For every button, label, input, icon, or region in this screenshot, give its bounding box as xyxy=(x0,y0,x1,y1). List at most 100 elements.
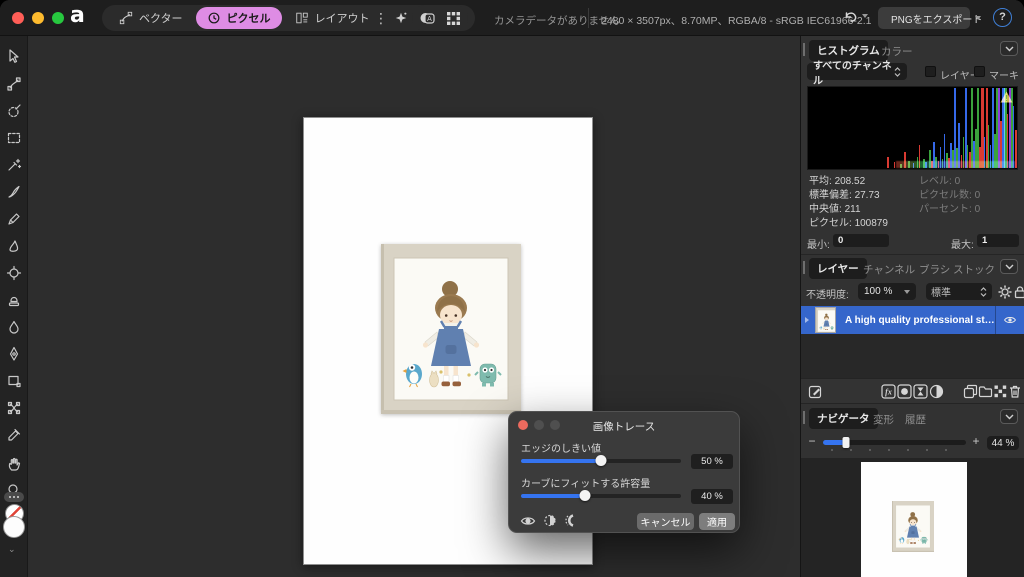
edge-threshold-knob[interactable] xyxy=(596,455,607,466)
pattern-layer-button[interactable] xyxy=(993,384,1008,399)
delete-layer-button[interactable] xyxy=(1007,384,1022,399)
more-tools-button[interactable] xyxy=(4,492,24,502)
zoom-percentage-field[interactable]: 44 % xyxy=(987,436,1019,450)
histogram-spike xyxy=(913,163,915,168)
folder-icon xyxy=(978,384,993,399)
layers-list-empty-area[interactable] xyxy=(801,334,1024,378)
opacity-value: 100 % xyxy=(864,286,904,297)
move-tool-button[interactable] xyxy=(2,44,26,68)
tab-vector-persona[interactable]: ベクター xyxy=(108,7,194,29)
pen-tool-button[interactable] xyxy=(2,342,26,366)
layer-lock-icon[interactable] xyxy=(1014,285,1024,299)
navigator-panel-menu-button[interactable] xyxy=(1000,409,1018,424)
fill-color-well[interactable] xyxy=(3,516,25,538)
curve-fit-tolerance-value[interactable]: 40 % xyxy=(691,489,733,504)
zoom-in-button[interactable]: + xyxy=(969,435,983,449)
marquee-tool-button[interactable] xyxy=(2,126,26,150)
blur-tool-button[interactable] xyxy=(2,315,26,339)
edit-adjustment-button[interactable] xyxy=(807,384,822,399)
curve-fit-tolerance-slider[interactable] xyxy=(521,494,681,498)
navigator-zoom-slider[interactable] xyxy=(823,440,966,445)
opacity-select[interactable]: 100 % xyxy=(858,283,916,300)
tab-vector-label: ベクター xyxy=(139,10,183,26)
channel-select[interactable]: すべてのチャンネル xyxy=(807,63,907,80)
edge-threshold-slider[interactable] xyxy=(521,459,681,463)
export-options-caret-icon[interactable] xyxy=(975,16,981,20)
edit-pencil-square-icon xyxy=(808,385,822,399)
dodge-burn-tool-button[interactable] xyxy=(2,261,26,285)
layer-expand-icon[interactable] xyxy=(805,317,809,323)
grid-view-button[interactable] xyxy=(446,11,461,26)
layer-name[interactable]: A high quality professional stock phot..… xyxy=(845,315,995,326)
dialog-title: 画像トレース xyxy=(509,419,739,434)
apply-button[interactable]: 適用 xyxy=(699,513,735,530)
tab-layout-persona[interactable]: レイアウト xyxy=(284,7,381,29)
rectangle-tool-button[interactable] xyxy=(2,369,26,393)
tab-layers[interactable]: レイヤー xyxy=(809,258,867,279)
panel-grip[interactable] xyxy=(803,261,805,274)
edge-threshold-value[interactable]: 50 % xyxy=(691,454,733,469)
tab-transform[interactable]: 変形 xyxy=(873,412,894,427)
paint-brush-tool-button[interactable] xyxy=(2,180,26,204)
pixel-pencil-tool-button[interactable] xyxy=(2,207,26,231)
live-filter-button[interactable] xyxy=(929,384,944,399)
layer-effects-button[interactable]: fx xyxy=(881,384,896,399)
tab-brushes[interactable]: ブラシ xyxy=(919,262,950,277)
flood-select-tool-button[interactable] xyxy=(2,153,26,177)
zoom-window-button[interactable] xyxy=(52,12,64,24)
layer-visibility-toggle[interactable] xyxy=(996,315,1024,325)
navigator-preview[interactable] xyxy=(801,458,1024,577)
tab-stock[interactable]: ストック xyxy=(953,262,995,277)
adjustment-layer-button[interactable] xyxy=(913,384,928,399)
snapping-toggle-button[interactable]: A xyxy=(419,9,437,27)
split-preview-icon[interactable] xyxy=(543,514,557,527)
edge-threshold-fill xyxy=(521,459,601,463)
selection-brush-tool-button[interactable] xyxy=(2,99,26,123)
canvas-area[interactable]: 画像トレース エッジのしきい値 50 % カーブにフィットする許容量 40 % … xyxy=(28,36,800,577)
smudge-tool-button[interactable] xyxy=(2,234,26,258)
tab-navigator[interactable]: ナビゲータ xyxy=(809,408,878,429)
minimize-window-button[interactable] xyxy=(32,12,44,24)
help-button[interactable]: ? xyxy=(993,8,1012,27)
group-layers-button[interactable] xyxy=(978,384,993,399)
tab-channels[interactable]: チャンネル xyxy=(863,262,915,277)
max-input[interactable]: 1 xyxy=(977,234,1019,247)
export-png-label: PNGをエクスポート xyxy=(891,11,982,26)
layers-panel-menu-button[interactable] xyxy=(1000,259,1018,274)
layer-row[interactable]: A high quality professional stock phot..… xyxy=(801,306,1024,334)
pan-tool-button[interactable] xyxy=(2,452,26,476)
mesh-warp-tool-button[interactable] xyxy=(2,396,26,420)
edge-threshold-label: エッジのしきい値 xyxy=(521,440,601,455)
marquee-checkbox[interactable] xyxy=(974,66,985,77)
cancel-button[interactable]: キャンセル xyxy=(637,513,694,530)
blend-mode-select[interactable]: 標準 xyxy=(926,283,992,300)
tab-history[interactable]: 履歴 xyxy=(905,412,926,427)
histogram-panel-menu-button[interactable] xyxy=(1000,41,1018,56)
panel-grip[interactable] xyxy=(803,411,805,424)
history-dropdown-button[interactable] xyxy=(843,8,868,24)
clone-stamp-tool-button[interactable] xyxy=(2,288,26,312)
color-well-chevron-icon[interactable]: ⌄ xyxy=(8,544,16,555)
curve-fit-tolerance-knob[interactable] xyxy=(580,490,591,501)
window-controls xyxy=(12,12,64,24)
layer-checkbox[interactable] xyxy=(925,66,936,77)
preview-eye-icon[interactable] xyxy=(520,515,536,527)
zoom-out-button[interactable]: − xyxy=(805,435,819,449)
undo-icon xyxy=(843,8,859,24)
navigator-zoom-knob[interactable] xyxy=(842,437,849,448)
tab-pixel-persona[interactable]: ピクセル xyxy=(196,7,282,29)
placed-image-artwork[interactable] xyxy=(381,244,521,414)
close-window-button[interactable] xyxy=(12,12,24,24)
color-picker-tool-button[interactable] xyxy=(2,423,26,447)
duplicate-layer-button[interactable] xyxy=(963,384,978,399)
node-tool-button[interactable] xyxy=(2,72,26,96)
mask-layer-button[interactable] xyxy=(897,384,912,399)
layer-settings-gear-icon[interactable] xyxy=(998,285,1012,299)
half-preview-icon[interactable] xyxy=(564,514,578,527)
export-png-button[interactable]: PNGをエクスポート xyxy=(878,7,970,29)
layer-thumbnail[interactable] xyxy=(815,307,836,333)
min-input[interactable]: 0 xyxy=(833,234,889,247)
histogram-spike xyxy=(900,164,902,168)
persona-overflow-menu-icon[interactable]: ⋮ xyxy=(372,6,390,30)
panel-grip[interactable] xyxy=(803,43,805,56)
